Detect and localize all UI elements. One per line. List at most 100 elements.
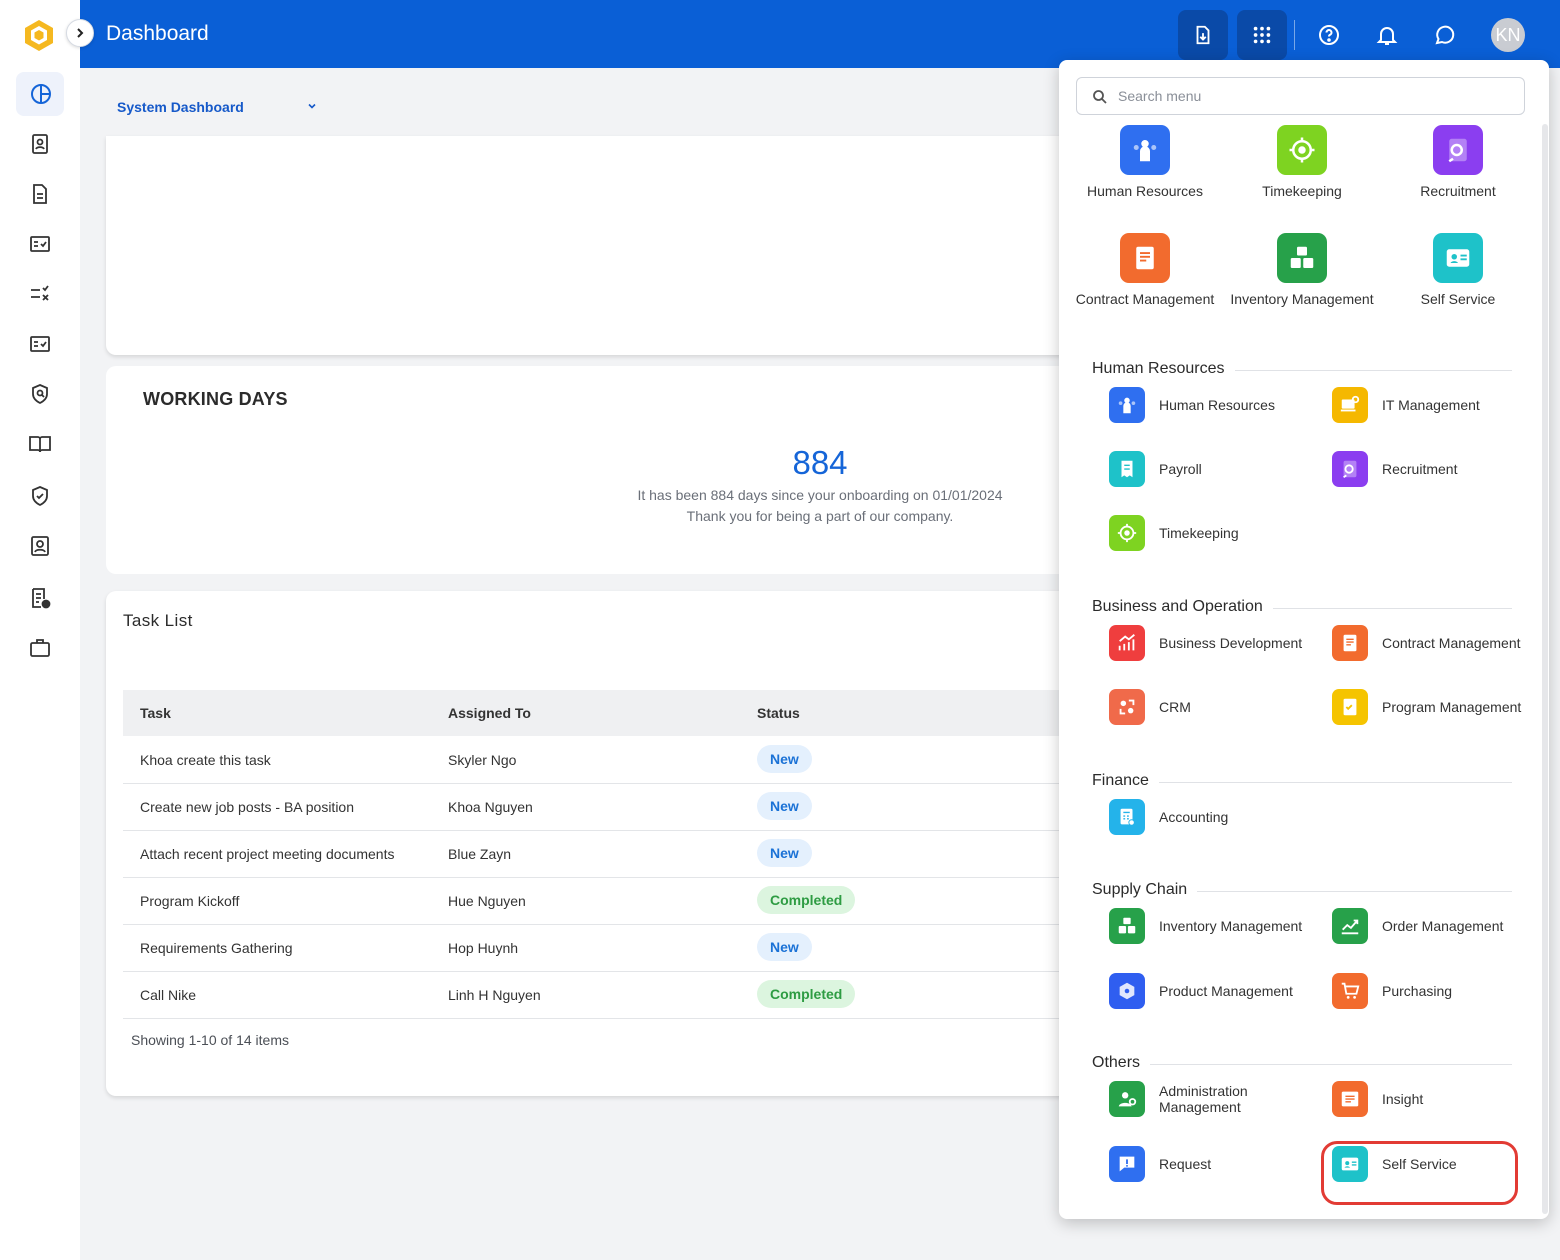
menu-item-administration-management[interactable]: Administration Management xyxy=(1109,1079,1319,1119)
nav-compliance[interactable] xyxy=(16,474,64,518)
task-cell[interactable]: Call Nike xyxy=(140,987,196,1003)
column-header-assigned[interactable]: Assigned To xyxy=(448,705,531,721)
nav-security[interactable] xyxy=(16,372,64,416)
task-list-icon xyxy=(31,285,49,301)
app-logo-icon[interactable] xyxy=(22,18,56,52)
help-button[interactable] xyxy=(1304,10,1354,60)
favorite-contract-management[interactable]: Contract Management xyxy=(1067,233,1223,307)
menu-item-inventory-management[interactable]: Inventory Management xyxy=(1109,906,1319,946)
menu-item-label: Purchasing xyxy=(1382,983,1453,999)
menu-item-accounting[interactable]: Accounting xyxy=(1109,797,1319,837)
menu-item-product-management[interactable]: Product Management xyxy=(1109,971,1319,1011)
column-header-task[interactable]: Task xyxy=(140,705,171,721)
app-menu-panel: Search menu Human Resources Timekeeping Re… xyxy=(1059,60,1549,1219)
menu-item-payroll[interactable]: Payroll xyxy=(1109,449,1319,489)
dashboard-widget xyxy=(106,136,1106,355)
menu-item-purchasing[interactable]: Purchasing xyxy=(1332,971,1542,1011)
assigned-cell: Hue Nguyen xyxy=(448,893,526,909)
column-header-status[interactable]: Status xyxy=(757,705,800,721)
search-menu-input[interactable]: Search menu xyxy=(1076,77,1525,115)
menu-item-order-management[interactable]: Order Management xyxy=(1332,906,1542,946)
menu-item-business-development[interactable]: Business Development xyxy=(1109,623,1319,663)
approval-icon xyxy=(30,336,50,352)
nav-checklist[interactable] xyxy=(16,222,64,266)
chat-button[interactable] xyxy=(1420,10,1470,60)
expand-sidebar-button[interactable] xyxy=(66,19,94,47)
book-icon xyxy=(29,436,51,453)
app-menu-button[interactable] xyxy=(1237,10,1287,60)
purchasing-icon xyxy=(1332,973,1368,1009)
status-badge: New xyxy=(757,933,812,961)
nav-profile[interactable] xyxy=(16,524,64,568)
favorite-human-resources[interactable]: Human Resources xyxy=(1067,125,1223,199)
status-badge: Completed xyxy=(757,886,856,914)
task-cell[interactable]: Attach recent project meeting documents xyxy=(140,846,394,862)
table-row[interactable]: Call Nike Linh H Nguyen Completed xyxy=(123,972,1106,1019)
insight-icon xyxy=(1332,1081,1368,1117)
crm-icon xyxy=(1109,689,1145,725)
task-cell[interactable]: Khoa create this task xyxy=(140,752,271,768)
briefcase-icon xyxy=(30,639,50,657)
nav-approvals[interactable] xyxy=(16,322,64,366)
assigned-cell: Khoa Nguyen xyxy=(448,799,533,815)
task-cell[interactable]: Requirements Gathering xyxy=(140,940,293,956)
document-icon xyxy=(33,184,47,204)
menu-item-recruitment[interactable]: Recruitment xyxy=(1332,449,1542,489)
favorite-label: Recruitment xyxy=(1420,183,1496,199)
menu-item-insight[interactable]: Insight xyxy=(1332,1079,1542,1119)
section-title: Business and Operation xyxy=(1092,598,1273,616)
table-row[interactable]: Create new job posts - BA position Khoa N… xyxy=(123,784,1106,831)
table-row[interactable]: Requirements Gathering Hop Huynh New xyxy=(123,925,1106,972)
menu-item-request[interactable]: Request xyxy=(1109,1144,1319,1184)
menu-item-label: Contract Management xyxy=(1382,635,1521,651)
header-divider xyxy=(1294,20,1295,50)
favorite-inventory-management[interactable]: Inventory Management xyxy=(1224,233,1380,307)
favorite-self-service[interactable]: Self Service xyxy=(1380,233,1536,307)
nav-documents[interactable] xyxy=(16,172,64,216)
assigned-cell: Blue Zayn xyxy=(448,846,512,862)
dashboard-selector[interactable]: System Dashboard xyxy=(117,99,244,115)
favorite-timekeeping[interactable]: Timekeeping xyxy=(1224,125,1380,199)
program-management-icon xyxy=(1332,689,1368,725)
left-sidebar xyxy=(0,0,80,1260)
favorite-label: Self Service xyxy=(1420,291,1496,307)
nav-contacts[interactable] xyxy=(16,122,64,166)
task-cell[interactable]: Create new job posts - BA position xyxy=(140,799,354,815)
checklist-icon xyxy=(30,236,50,252)
nav-tasks[interactable] xyxy=(16,272,64,316)
download-button[interactable] xyxy=(1178,10,1228,60)
nav-dashboard[interactable] xyxy=(16,72,64,116)
favorite-recruitment[interactable]: Recruitment xyxy=(1380,125,1536,199)
page-title: Dashboard xyxy=(106,22,209,45)
menu-item-contract-management[interactable]: Contract Management xyxy=(1332,623,1542,663)
search-icon xyxy=(1093,90,1107,104)
menu-item-timekeeping[interactable]: Timekeeping xyxy=(1109,513,1319,553)
top-bar: Dashboard KN xyxy=(80,0,1560,68)
chevron-down-icon[interactable] xyxy=(306,100,318,112)
table-row[interactable]: Khoa create this task Skyler Ngo New xyxy=(123,737,1106,784)
nav-reports[interactable] xyxy=(16,576,64,620)
favorite-label: Human Resources xyxy=(1087,183,1203,199)
assigned-cell: Linh H Nguyen xyxy=(448,987,541,1003)
menu-item-it-management[interactable]: IT Management xyxy=(1332,385,1542,425)
order-management-icon xyxy=(1332,908,1368,944)
menu-item-label: Business Development xyxy=(1159,635,1303,651)
menu-scrollbar[interactable] xyxy=(1542,124,1548,1214)
contract-icon xyxy=(1332,625,1368,661)
task-cell[interactable]: Program Kickoff xyxy=(140,893,239,909)
file-download-icon xyxy=(1196,25,1210,45)
nav-knowledge[interactable] xyxy=(16,422,64,466)
menu-item-program-management[interactable]: Program Management xyxy=(1332,687,1542,727)
grid-dots-icon xyxy=(1253,26,1271,44)
nav-projects[interactable] xyxy=(16,626,64,670)
table-row[interactable]: Attach recent project meeting documents B… xyxy=(123,831,1106,878)
notifications-button[interactable] xyxy=(1362,10,1412,60)
request-icon xyxy=(1109,1146,1145,1182)
table-row[interactable]: Program Kickoff Hue Nguyen Completed xyxy=(123,878,1106,925)
menu-item-label: Request xyxy=(1159,1156,1212,1172)
menu-item-crm[interactable]: CRM xyxy=(1109,687,1319,727)
user-avatar[interactable]: KN xyxy=(1491,18,1525,52)
favorite-label: Timekeeping xyxy=(1262,183,1342,199)
menu-item-human-resources[interactable]: Human Resources xyxy=(1109,385,1319,425)
inventory-icon xyxy=(1109,908,1145,944)
